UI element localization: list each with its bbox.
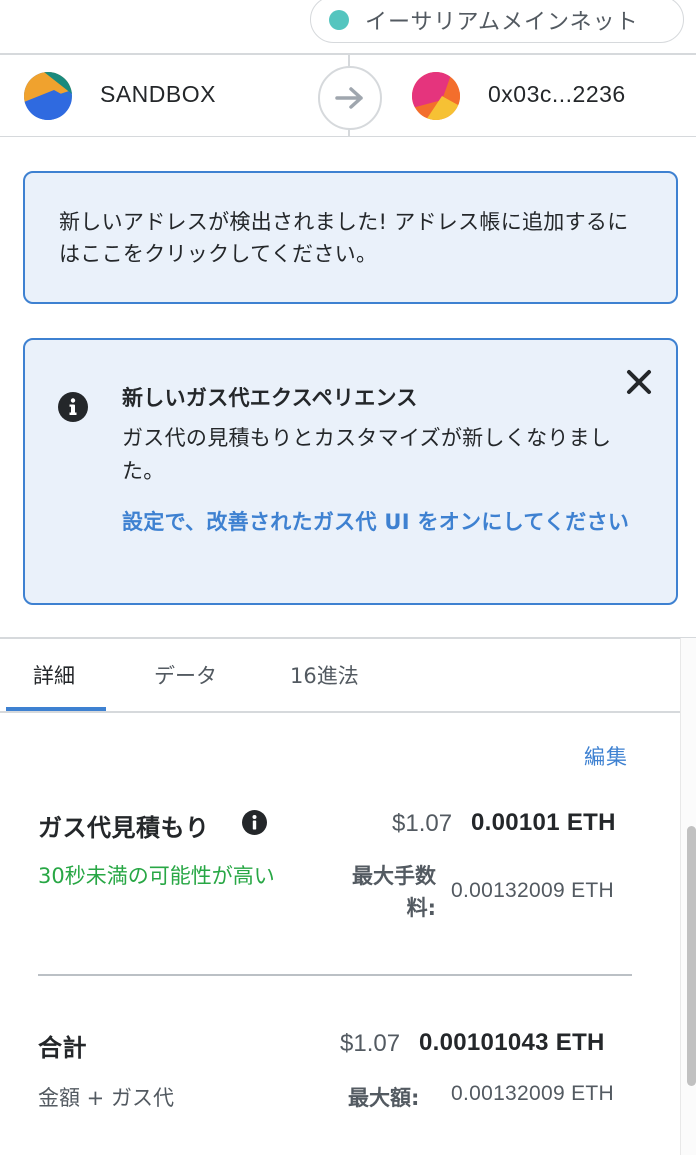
network-status-dot: [329, 9, 349, 30]
scrollbar-thumb[interactable]: [687, 826, 696, 1086]
total-eth: 0.00101043 ETH: [419, 1029, 605, 1056]
gas-notice-title: 新しいガス代エクスペリエンス: [122, 386, 418, 410]
edit-gas-button[interactable]: 編集: [584, 741, 628, 771]
gas-experience-notice: 新しいガス代エクスペリエンス ガス代の見積もりとカスタマイズが新しくなりました。…: [23, 338, 678, 605]
tab-data[interactable]: データ: [154, 660, 217, 690]
total-fiat: $1.07: [340, 1030, 401, 1057]
enable-gas-ui-link[interactable]: 設定で、改善されたガス代 UI をオンにしてください: [122, 506, 642, 539]
network-selector[interactable]: イーサリアムメインネット: [310, 0, 684, 43]
sender-recipient-row: SANDBOX 0x03c...2236: [0, 55, 696, 137]
recipient-address[interactable]: 0x03c...2236: [488, 81, 626, 108]
gas-info-icon[interactable]: [242, 810, 267, 835]
sender-name[interactable]: SANDBOX: [100, 81, 216, 108]
tabs-bottom-divider: [0, 711, 680, 713]
tab-details[interactable]: 詳細: [33, 660, 75, 690]
total-label: 合計: [38, 1034, 87, 1062]
gas-estimate-label: ガス代見積もり: [38, 814, 210, 842]
gas-speed-estimate: 30秒未満の可能性が高い: [38, 864, 275, 888]
network-label: イーサリアムメインネット: [365, 9, 639, 35]
total-sub-label: 金額 + ガス代: [38, 1086, 174, 1110]
info-icon: [58, 392, 88, 422]
transfer-arrow: [318, 66, 382, 130]
sender-avatar: [24, 72, 72, 120]
new-address-notice[interactable]: 新しいアドレスが検出されました! アドレス帳に追加するにはここをクリックしてくだ…: [23, 171, 678, 304]
gas-estimate-eth: 0.00101 ETH: [471, 809, 616, 836]
max-fee-label: 最大手数料:: [352, 864, 436, 920]
details-divider: [38, 974, 632, 976]
recipient-avatar: [412, 72, 460, 120]
arrow-right-icon: [335, 87, 363, 109]
gas-estimate-fiat: $1.07: [392, 810, 453, 837]
close-icon[interactable]: [625, 368, 653, 396]
gas-notice-description: ガス代の見積もりとカスタマイズが新しくなりました。: [122, 426, 612, 483]
tab-hex[interactable]: 16進法: [290, 660, 359, 690]
max-amount-value: 0.00132009 ETH: [451, 1082, 614, 1105]
max-fee-value: 0.00132009 ETH: [451, 879, 614, 902]
max-amount-label: 最大額:: [348, 1086, 420, 1110]
tabs-top-divider: [0, 637, 696, 639]
new-address-notice-text: 新しいアドレスが検出されました! アドレス帳に追加するにはここをクリックしてくだ…: [59, 210, 629, 266]
